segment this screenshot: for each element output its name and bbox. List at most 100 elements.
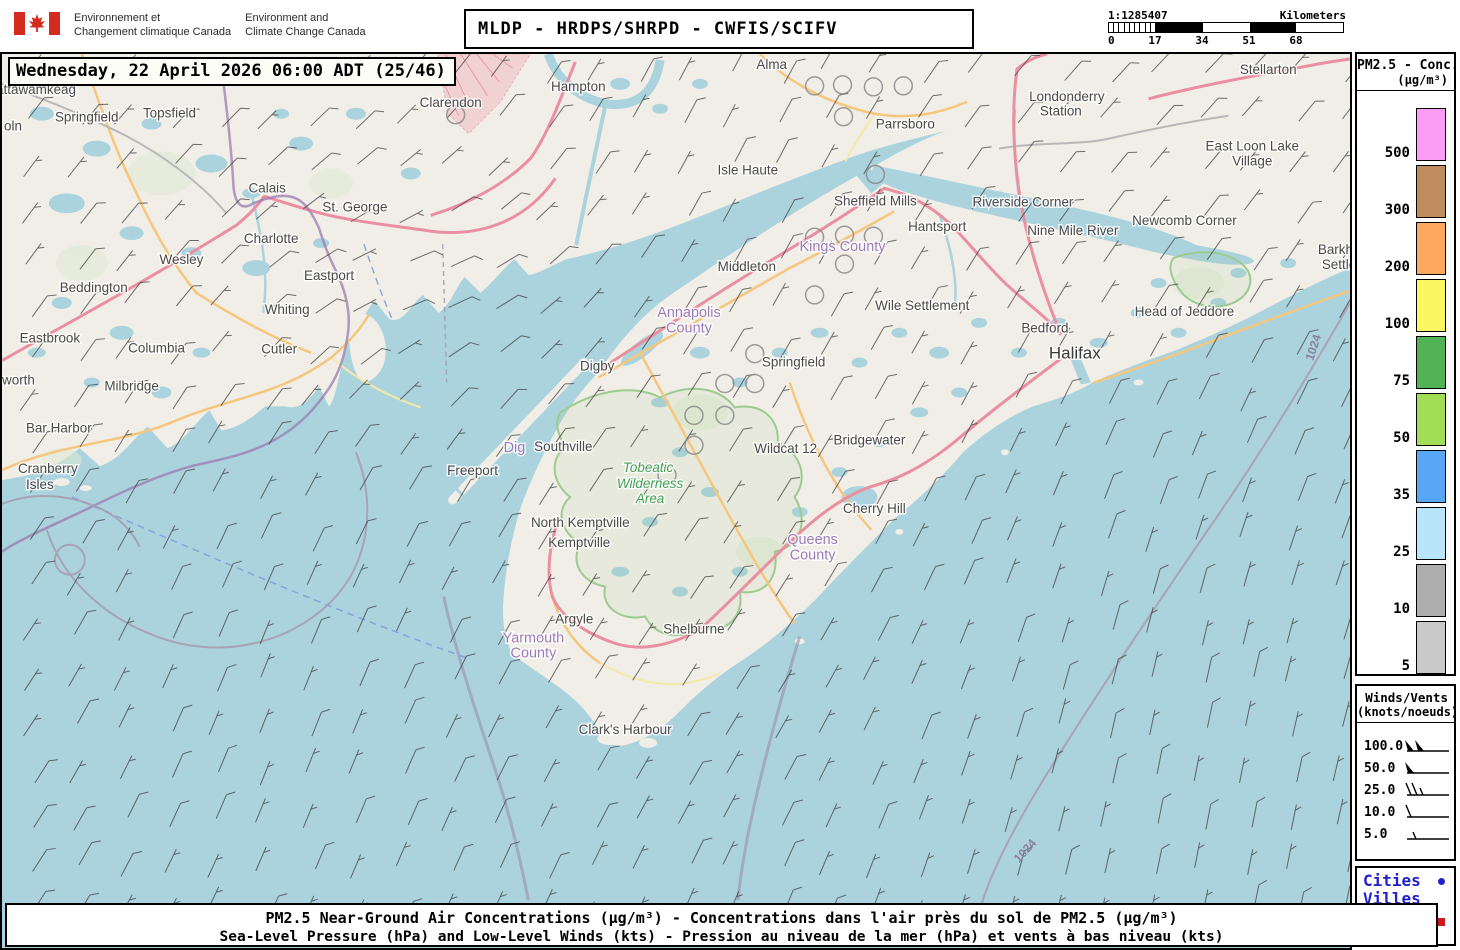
map-label: Dig — [504, 440, 526, 456]
scale-ratio: 1:1285407 — [1108, 9, 1168, 22]
eccc-name-french: Environnement et Changement climatique C… — [74, 12, 232, 38]
pm25-threshold-label: 200 — [1384, 259, 1410, 275]
wind-speed-label: 25.0 — [1364, 782, 1396, 798]
map-label: Sheffield Mills — [834, 193, 917, 208]
map-label: Wilderness — [617, 476, 684, 491]
pm25-legend-row: 75 — [1357, 332, 1454, 389]
divider — [1357, 722, 1454, 723]
map-label: Riverside Corner — [973, 194, 1074, 209]
pm25-legend-row: 100 — [1357, 275, 1454, 332]
scalebar-tick: 34 — [1195, 34, 1209, 47]
map-label: Bedford — [1021, 321, 1068, 336]
map-label: Parrsboro — [876, 117, 935, 132]
wind-speed-label: 5.0 — [1364, 826, 1388, 842]
map-label: St. George — [322, 199, 387, 214]
map-label: Newcomb Corner — [1132, 213, 1237, 228]
pm25-legend-row: 300 — [1357, 161, 1454, 218]
map-label: Cherry Hill — [843, 501, 906, 516]
pm25-legend-row: 5 — [1357, 617, 1454, 674]
winds-legend-units: (knots/noeuds) — [1357, 705, 1459, 719]
wind-legend-row: 25.0 — [1357, 779, 1454, 801]
pm25-color-swatch — [1416, 222, 1446, 275]
pm25-legend-row: 500 — [1357, 104, 1454, 161]
map-label: Settlement — [1322, 257, 1350, 272]
map-label: Station — [1040, 104, 1082, 119]
pm25-legend-row: 50 — [1357, 389, 1454, 446]
valid-time-box: Wednesday, 22 April 2026 06:00 ADT (25/4… — [8, 57, 456, 86]
map-graphic: attawamkeagSpringfield TopsfieldolnClaren… — [2, 54, 1350, 948]
map-label: Cranberry — [18, 461, 78, 476]
pm25-threshold-label: 300 — [1384, 202, 1410, 218]
map-label: Charlotte — [244, 231, 299, 246]
map-label: Beddington — [60, 280, 128, 295]
wind-barb-icon — [1405, 762, 1450, 774]
map-label: Clark's Harbour — [579, 722, 673, 737]
scalebar-tick: 0 — [1108, 34, 1115, 47]
map-label: County — [790, 548, 837, 564]
map-label: Bridgewater — [834, 432, 906, 447]
map-label: Shelburne — [663, 621, 724, 636]
map-label: worth — [2, 373, 35, 388]
eccc-name-english: Environment and Climate Change Canada — [245, 12, 366, 38]
pm25-color-swatch — [1416, 564, 1446, 617]
scalebar-tick: 17 — [1148, 34, 1162, 47]
pm25-color-swatch — [1416, 393, 1446, 446]
map-label: Cutler — [261, 342, 297, 357]
scale-unit-label: Kilometers — [1279, 9, 1346, 22]
map-canvas: attawamkeag Springfield Topsfield oln Claren… — [0, 52, 1352, 950]
caption-box: PM2.5 Near-Ground Air Concentrations (µg… — [5, 903, 1438, 947]
map-label: Columbia — [128, 341, 185, 356]
map-label: Wile Settlement — [875, 298, 969, 313]
map-label: Freeport — [447, 463, 498, 478]
map-label: County — [511, 645, 558, 661]
winds-legend: Winds/Vents (knots/noeuds) 100.0 50.0 25.0… — [1355, 684, 1459, 861]
map-label: Head of Jeddore — [1135, 304, 1234, 319]
map-label: Wesley — [160, 252, 204, 267]
winds-legend-title: Winds/Vents — [1365, 690, 1448, 705]
divider — [1357, 90, 1454, 91]
pm25-threshold-label: 25 — [1393, 544, 1410, 560]
map-label: North Kemptville — [531, 515, 630, 530]
city-dot-icon — [1438, 878, 1445, 885]
winds-legend-rows: 100.0 50.0 25.0 10.0 5.0 — [1357, 735, 1454, 845]
header-bar: Environnement et Changement climatique C… — [0, 0, 1460, 52]
wind-legend-row: 50.0 — [1357, 757, 1454, 779]
wind-speed-label: 100.0 — [1364, 738, 1404, 754]
wind-speed-label: 50.0 — [1364, 760, 1396, 776]
pm25-threshold-label: 10 — [1393, 601, 1410, 617]
map-label: Southville — [534, 439, 592, 454]
map-label: East Loon Lake — [1206, 139, 1299, 154]
map-label: Area — [635, 491, 665, 506]
wind-legend-row: 10.0 — [1357, 801, 1454, 823]
map-label: Digby — [580, 359, 615, 374]
pm25-legend: PM2.5 - Conc. (µg/m³) 500 300 200 100 75 50 35… — [1355, 52, 1459, 676]
map-label: Barkhouse — [1318, 242, 1350, 257]
map-label: Londonderry — [1029, 89, 1105, 104]
pm25-color-swatch — [1416, 108, 1446, 161]
wind-barb-icon — [1407, 831, 1450, 840]
canada-flag-icon — [14, 12, 60, 35]
pm25-color-swatch — [1416, 450, 1446, 503]
wind-speed-label: 10.0 — [1364, 804, 1396, 820]
scalebar-ticks: 0 17 34 51 68 — [1108, 33, 1348, 47]
map-label: County — [666, 321, 713, 337]
map-label: Tobeatic — [623, 460, 674, 475]
map-label: Isle Haute — [718, 162, 779, 177]
map-label: Isles — [26, 477, 54, 492]
map-label: Halifax — [1049, 344, 1101, 363]
map-label: Hampton — [551, 79, 606, 94]
pm25-legend-rows: 500 300 200 100 75 50 35 25 10 5 — [1357, 104, 1454, 674]
map-label: Eastport — [304, 268, 354, 283]
wind-barb-icon — [1405, 804, 1450, 818]
pm25-color-swatch — [1416, 279, 1446, 332]
pm25-color-swatch — [1416, 336, 1446, 389]
map-label: Yarmouth — [503, 630, 565, 646]
map-label: Hantsport — [908, 219, 967, 234]
caption-line2: Sea-Level Pressure (hPa) and Low-Level W… — [219, 929, 1224, 945]
pm25-threshold-label: 500 — [1384, 145, 1410, 161]
map-label: Nine Mile River — [1027, 223, 1119, 238]
product-title: MLDP - HRDPS/SHRPD - CWFIS/SCIFV — [478, 19, 838, 39]
wind-legend-row: 5.0 — [1357, 823, 1454, 845]
wind-barb-icon — [1405, 740, 1450, 752]
map-label: Alma — [756, 57, 787, 72]
